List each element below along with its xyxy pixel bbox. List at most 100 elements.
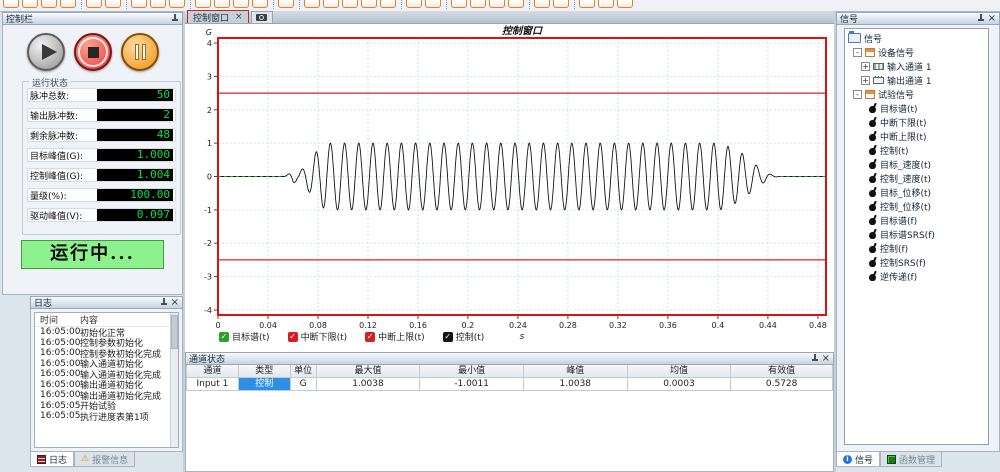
stop-button[interactable] [74, 33, 112, 71]
toolbar-button[interactable] [489, 0, 505, 8]
tree-item[interactable]: -设备信号 [845, 45, 988, 59]
x-tick-label: 0.4 [712, 321, 725, 330]
tab-function-manager[interactable]: 函数管理 [880, 452, 942, 467]
tree-item[interactable]: 控制(t) [845, 143, 988, 157]
close-icon[interactable]: × [988, 14, 996, 23]
tree-item-label: 目标_位移(t) [880, 186, 931, 199]
sensor-icon [869, 145, 877, 155]
toolbar-button[interactable] [380, 0, 396, 8]
toolbar-button[interactable] [195, 0, 211, 8]
pause-button[interactable] [121, 33, 159, 71]
expand-expander-icon[interactable]: + [861, 62, 870, 71]
tab-log[interactable]: 日志 [30, 452, 74, 467]
chart-canvas[interactable]: 00.040.080.120.160.20.240.280.320.360.40… [185, 24, 834, 352]
toolbar-button[interactable] [406, 0, 422, 8]
document-tab-bar: 控制窗口 × [185, 11, 834, 24]
tree-item[interactable]: 目标_位移(t) [845, 185, 988, 199]
toolbar-button[interactable] [278, 0, 294, 8]
tab-signal[interactable]: 信号 [836, 452, 880, 467]
tree-item[interactable]: 控制(f) [845, 241, 988, 255]
tree-item[interactable]: 目标_速度(t) [845, 157, 988, 171]
tab-control-window[interactable]: 控制窗口 × [187, 10, 249, 23]
toolbar-button[interactable] [598, 0, 614, 8]
tree-item-label: 中断下限(t) [880, 116, 927, 129]
tree-item[interactable]: 控制_位移(t) [845, 199, 988, 213]
toolbar-button[interactable] [233, 0, 249, 8]
tree-item[interactable]: 中断上限(t) [845, 129, 988, 143]
table-cell: 0.5728 [731, 378, 833, 391]
toolbar-separator [446, 0, 447, 9]
column-header: 最大值 [317, 365, 421, 378]
toolbar-button[interactable] [131, 0, 147, 8]
tree-item[interactable]: 中断下限(t) [845, 115, 988, 129]
toolbar-button[interactable] [470, 0, 486, 8]
tree-item[interactable]: +输出通道 1 [845, 73, 988, 87]
toolbar-button[interactable] [105, 0, 121, 8]
field-label: 量级(%): [30, 189, 67, 202]
table-cell: G [291, 378, 317, 391]
legend-checkbox[interactable]: ✓ [365, 332, 375, 342]
close-icon[interactable]: × [822, 354, 830, 363]
toolbar-button[interactable] [534, 0, 550, 8]
toolbar-button[interactable] [323, 0, 339, 8]
play-button[interactable] [27, 33, 65, 71]
toolbar-button[interactable] [169, 0, 185, 8]
toolbar-button[interactable] [252, 0, 268, 8]
log-scrollbar[interactable] [170, 313, 178, 447]
tab-alarm-info[interactable]: ⚠ 报警信息 [74, 452, 135, 467]
pin-icon[interactable] [171, 14, 179, 23]
tree-item[interactable]: -试验信号 [845, 87, 988, 101]
toolbar-button[interactable] [3, 0, 19, 8]
legend-checkbox[interactable]: ✓ [219, 332, 229, 342]
toolbar-button[interactable] [617, 0, 633, 8]
folder-icon [848, 33, 861, 43]
log-row[interactable]: 16:05:05执行进度表第1项 [35, 411, 178, 422]
channel-header-row: 通道类型单位最大值最小值峰值均值有效值 [186, 365, 833, 378]
toolbar-button[interactable] [304, 0, 320, 8]
toolbar-button[interactable] [508, 0, 524, 8]
toolbar-button[interactable] [41, 0, 57, 8]
control-bar-body: 运行状态 脉冲总数:50输出脉冲数:2剩余脉冲数:48目标峰值(G):1.000… [2, 25, 183, 295]
pin-icon[interactable] [811, 354, 819, 363]
tree-item[interactable]: 信号 [845, 31, 988, 45]
tree-item[interactable]: 目标谱(t) [845, 101, 988, 115]
toolbar-button[interactable] [451, 0, 467, 8]
status-field: 输出脉冲数:2 [27, 108, 176, 122]
input-channel-icon [873, 63, 884, 70]
x-tick-label: 0.2 [462, 321, 475, 330]
tree-item-label: 控制SRS(f) [880, 256, 926, 269]
toolbar-button[interactable] [214, 0, 230, 8]
tree-item[interactable]: +输入通道 1 [845, 59, 988, 73]
pin-icon[interactable] [160, 298, 168, 307]
legend-checkbox[interactable]: ✓ [443, 332, 453, 342]
expand-expander-icon[interactable]: + [861, 76, 870, 85]
toolbar-button[interactable] [60, 0, 76, 8]
scrollbar-thumb[interactable] [171, 315, 178, 349]
toolbar-button[interactable] [361, 0, 377, 8]
toolbar-button[interactable] [150, 0, 166, 8]
close-icon[interactable]: × [235, 13, 243, 22]
tree-item[interactable]: 控制_速度(t) [845, 171, 988, 185]
toolbar-button[interactable] [579, 0, 595, 8]
pin-icon[interactable] [977, 14, 985, 23]
status-field: 量级(%):100.00 [27, 188, 176, 202]
toolbar-button[interactable] [342, 0, 358, 8]
toolbar-button[interactable] [86, 0, 102, 8]
tree-item-label: 控制(t) [880, 144, 909, 157]
legend-checkbox[interactable]: ✓ [288, 332, 298, 342]
collapse-expander-icon[interactable]: - [853, 48, 862, 57]
toolbar-button[interactable] [425, 0, 441, 8]
table-row[interactable]: Input 1控制G1.0038-1.00111.00380.00030.572… [186, 378, 833, 391]
snapshot-tab[interactable] [251, 11, 273, 23]
tab-label: 信号 [855, 453, 873, 466]
toolbar-button[interactable] [22, 0, 38, 8]
tree-item[interactable]: 控制SRS(f) [845, 255, 988, 269]
close-icon[interactable]: × [171, 298, 179, 307]
tree-item[interactable]: 目标谱SRS(f) [845, 227, 988, 241]
tree-item[interactable]: 目标谱(f) [845, 213, 988, 227]
column-header: 类型 [239, 365, 291, 378]
toolbar-button[interactable] [553, 0, 569, 8]
collapse-expander-icon[interactable]: - [853, 90, 862, 99]
x-tick-label: 0.24 [509, 321, 527, 330]
tree-item[interactable]: 逆传递(f) [845, 269, 988, 283]
